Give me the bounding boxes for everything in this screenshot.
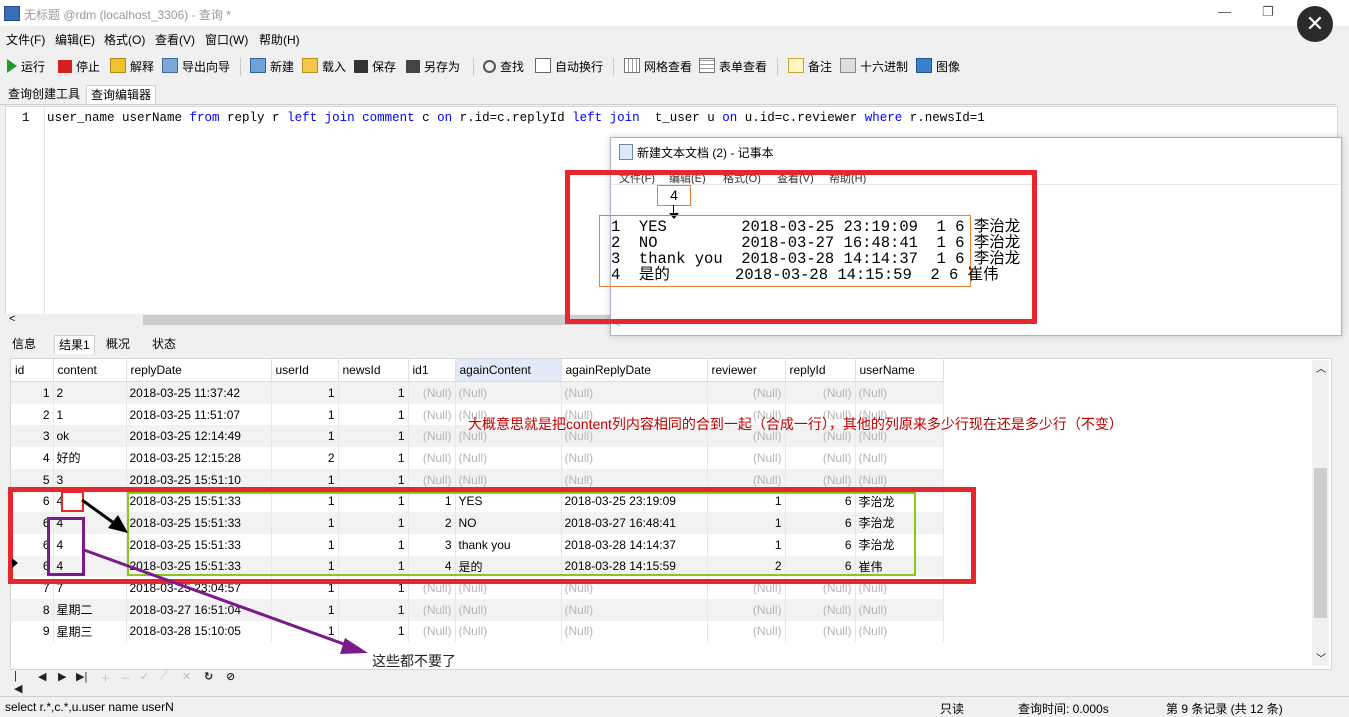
arrow-black-head: [108, 515, 128, 533]
arrow-purple-line: [83, 548, 353, 649]
current-row-marker-icon: [12, 558, 18, 568]
annotation-arrows: [81, 498, 368, 654]
arrow-purple-head: [340, 638, 368, 654]
